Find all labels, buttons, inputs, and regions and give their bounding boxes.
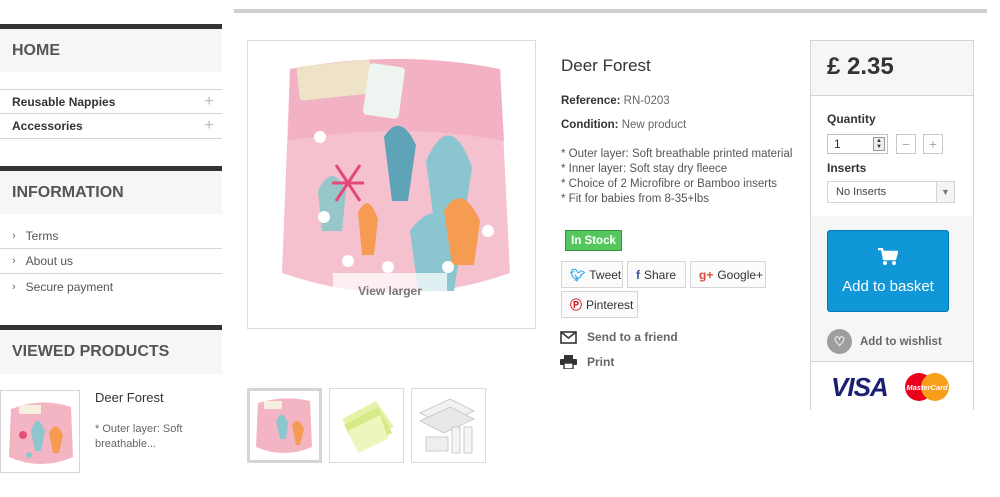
- viewed-product-title[interactable]: Deer Forest: [95, 390, 164, 405]
- google-plus-icon: g+: [699, 267, 714, 282]
- send-to-friend-link[interactable]: Send to a friend: [560, 330, 678, 344]
- inserts-label: Inserts: [827, 161, 867, 175]
- stock-status-badge: In Stock: [565, 230, 622, 251]
- visa-logo: VISA: [831, 372, 889, 402]
- plus-icon[interactable]: +: [196, 93, 222, 111]
- category-label: Reusable Nappies: [12, 94, 116, 109]
- payment-logos: VISA MasterCard: [811, 361, 973, 410]
- pinterest-label: Pinterest: [586, 297, 634, 312]
- chevron-down-icon: ▼: [936, 182, 954, 202]
- condition-label: Condition:: [561, 119, 619, 131]
- buy-box: £ 2.35 Quantity 1 ▲ ▼ − + Inserts No Inse…: [810, 40, 974, 410]
- printer-icon: [560, 355, 577, 369]
- add-to-basket-button[interactable]: Add to basket: [827, 230, 949, 312]
- pinterest-button[interactable]: Ⓟ Pinterest: [561, 291, 638, 318]
- facebook-share-button[interactable]: f Share: [627, 261, 686, 288]
- inserts-selected-value: No Inserts: [836, 186, 887, 198]
- description-line: * Fit for babies from 8-35+lbs: [561, 193, 709, 205]
- info-link-about-us[interactable]: › About us: [0, 249, 222, 274]
- condition-value: New product: [621, 119, 687, 131]
- info-link-label: Secure payment: [25, 279, 114, 294]
- price-area: £ 2.35: [811, 41, 973, 96]
- description-line: * Outer layer: Soft breathable printed m…: [561, 148, 793, 160]
- quantity-value: 1: [834, 137, 841, 151]
- information-heading: INFORMATION: [0, 166, 222, 214]
- chevron-right-icon: ›: [12, 255, 16, 267]
- quantity-increase-button[interactable]: +: [923, 134, 943, 154]
- plus-icon[interactable]: +: [196, 117, 222, 135]
- product-title: Deer Forest: [561, 56, 651, 75]
- chevron-right-icon: ›: [12, 230, 16, 242]
- heart-icon: ♡: [827, 329, 852, 354]
- chevron-right-icon: ›: [12, 280, 16, 293]
- home-block: HOME Reusable Nappies + Accessories +: [0, 24, 222, 139]
- pinterest-icon: Ⓟ: [570, 298, 583, 312]
- info-link-label: About us: [25, 254, 74, 268]
- thumbnail-3[interactable]: [411, 388, 486, 463]
- thumbnail-2[interactable]: [329, 388, 404, 463]
- quantity-input[interactable]: 1 ▲ ▼: [827, 134, 888, 154]
- spinner-icon[interactable]: ▲ ▼: [873, 137, 885, 151]
- twitter-icon: 🐦︎: [570, 267, 586, 282]
- home-heading[interactable]: HOME: [0, 24, 222, 72]
- viewed-product-desc: * Outer layer: Soft breathable...: [95, 423, 183, 450]
- product-reference: Reference: RN-0203: [561, 95, 670, 107]
- tweet-label: Tweet: [589, 267, 622, 282]
- inserts-select[interactable]: No Inserts ▼: [827, 181, 955, 203]
- description-line: * Inner layer: Soft stay dry fleece: [561, 163, 728, 175]
- category-reusable-nappies[interactable]: Reusable Nappies +: [0, 89, 222, 114]
- google-plus-label: Google+: [717, 267, 764, 282]
- description-line: * Choice of 2 Microfibre or Bamboo inser…: [561, 178, 778, 190]
- mastercard-logo: MasterCard: [905, 373, 949, 401]
- category-label: Accessories: [12, 119, 83, 133]
- info-link-secure-payment[interactable]: › Secure payment: [0, 274, 222, 299]
- add-to-wishlist-link[interactable]: ♡ Add to wishlist: [827, 329, 942, 354]
- send-to-friend-label: Send to a friend: [587, 330, 678, 344]
- product-main-image[interactable]: View larger: [247, 40, 536, 329]
- print-link[interactable]: Print: [560, 355, 614, 369]
- add-to-basket-label: Add to basket: [842, 277, 934, 295]
- info-link-label: Terms: [25, 229, 59, 243]
- mastercard-label: MasterCard: [906, 383, 948, 392]
- print-label: Print: [587, 355, 615, 369]
- viewed-product-thumbnail[interactable]: [0, 390, 80, 473]
- cart-icon: [878, 247, 898, 265]
- facebook-icon: f: [636, 267, 640, 282]
- product-short-description: * Outer layer: Soft breathable printed m…: [561, 147, 792, 207]
- facebook-share-label: Share: [644, 267, 677, 282]
- information-block: INFORMATION › Terms › About us › Secure …: [0, 166, 222, 299]
- thumbnail-1[interactable]: [247, 388, 322, 463]
- tweet-button[interactable]: 🐦︎ Tweet: [561, 261, 623, 288]
- product-price: £ 2.35: [827, 53, 894, 80]
- reference-value: RN-0203: [623, 95, 670, 107]
- add-to-wishlist-label: Add to wishlist: [860, 335, 942, 348]
- viewed-products-block: VIEWED PRODUCTS: [0, 325, 222, 374]
- view-larger-overlay[interactable]: View larger: [333, 273, 447, 309]
- envelope-icon: [560, 330, 577, 344]
- product-condition: Condition: New product: [561, 119, 686, 131]
- top-divider: [234, 9, 987, 13]
- viewed-products-heading: VIEWED PRODUCTS: [0, 325, 222, 374]
- reference-label: Reference:: [561, 95, 621, 107]
- info-link-terms[interactable]: › Terms: [0, 224, 222, 249]
- google-plus-button[interactable]: g+ Google+: [690, 261, 766, 288]
- quantity-decrease-button[interactable]: −: [896, 134, 916, 154]
- category-accessories[interactable]: Accessories +: [0, 114, 222, 139]
- quantity-label: Quantity: [827, 112, 876, 126]
